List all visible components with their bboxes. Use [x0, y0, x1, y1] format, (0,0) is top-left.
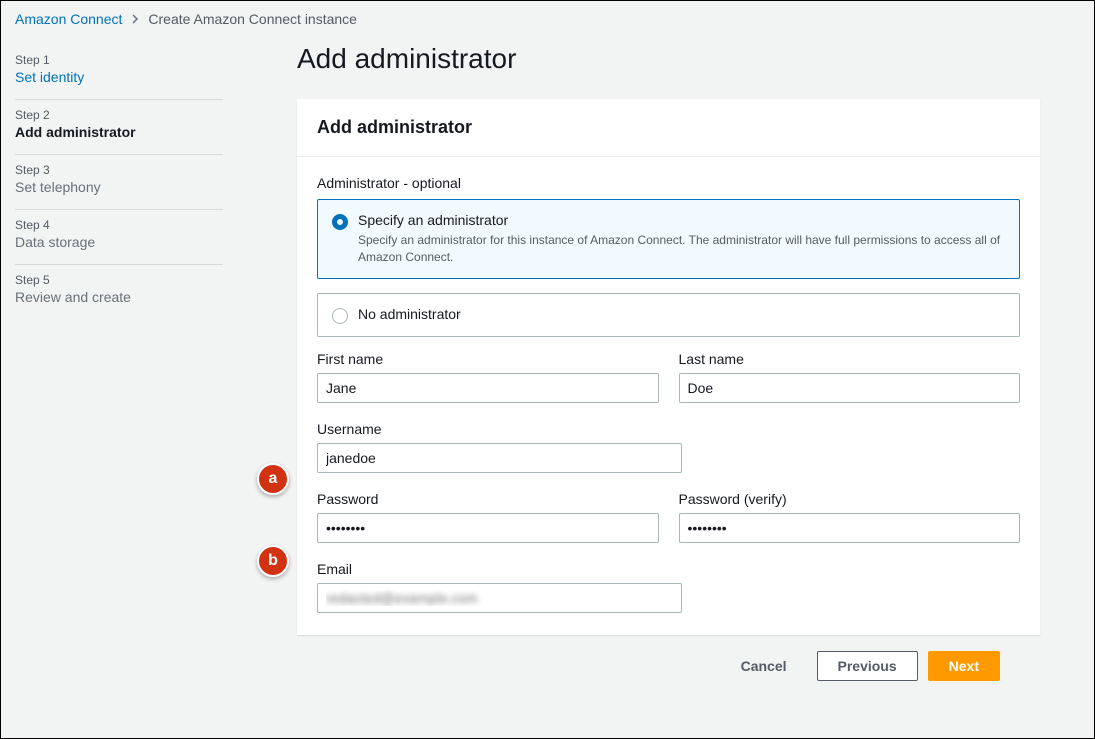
last-name-label: Last name [679, 351, 1021, 367]
wizard-footer: Cancel Previous Next [297, 635, 1040, 681]
username-field[interactable] [317, 443, 682, 473]
sidebar-step-administrator[interactable]: Step 2 Add administrator [15, 100, 223, 155]
radio-title: Specify an administrator [358, 212, 1005, 228]
step-number: Step 3 [15, 163, 223, 177]
step-number: Step 1 [15, 53, 223, 67]
first-name-field[interactable] [317, 373, 659, 403]
username-label: Username [317, 421, 682, 437]
email-field[interactable] [317, 583, 682, 613]
step-number: Step 5 [15, 273, 223, 287]
step-title: Data storage [15, 234, 223, 250]
radio-specify-admin[interactable]: Specify an administrator Specify an admi… [317, 199, 1020, 279]
breadcrumb-root-link[interactable]: Amazon Connect [15, 11, 122, 27]
cancel-button[interactable]: Cancel [721, 652, 807, 680]
step-title: Set identity [15, 69, 223, 85]
password-verify-label: Password (verify) [679, 491, 1021, 507]
step-title: Review and create [15, 289, 223, 305]
annotation-marker-a: a [257, 463, 289, 495]
email-label: Email [317, 561, 682, 577]
password-verify-field[interactable] [679, 513, 1021, 543]
breadcrumb-current: Create Amazon Connect instance [148, 11, 357, 27]
password-field[interactable] [317, 513, 659, 543]
last-name-field[interactable] [679, 373, 1021, 403]
radio-icon [332, 214, 348, 230]
page-title: Add administrator [297, 43, 1040, 75]
sidebar-step-review[interactable]: Step 5 Review and create [15, 265, 223, 319]
wizard-sidebar: Step 1 Set identity Step 2 Add administr… [15, 35, 237, 701]
radio-icon [332, 308, 348, 324]
step-number: Step 4 [15, 218, 223, 232]
sidebar-step-telephony[interactable]: Step 3 Set telephony [15, 155, 223, 210]
step-number: Step 2 [15, 108, 223, 122]
next-button[interactable]: Next [928, 651, 1000, 681]
admin-panel: Add administrator Administrator - option… [297, 99, 1040, 635]
breadcrumb: Amazon Connect Create Amazon Connect ins… [1, 1, 1094, 35]
sidebar-step-identity[interactable]: Step 1 Set identity [15, 45, 223, 100]
step-title: Add administrator [15, 124, 223, 140]
radio-description: Specify an administrator for this instan… [358, 232, 1005, 266]
panel-header: Add administrator [297, 99, 1040, 157]
chevron-right-icon [130, 11, 140, 27]
annotation-marker-b: b [257, 545, 289, 577]
previous-button[interactable]: Previous [817, 651, 918, 681]
section-label: Administrator - optional [317, 175, 1020, 191]
sidebar-step-data-storage[interactable]: Step 4 Data storage [15, 210, 223, 265]
step-title: Set telephony [15, 179, 223, 195]
password-label: Password [317, 491, 659, 507]
first-name-label: First name [317, 351, 659, 367]
radio-title: No administrator [358, 306, 461, 322]
radio-no-admin[interactable]: No administrator [317, 293, 1020, 337]
